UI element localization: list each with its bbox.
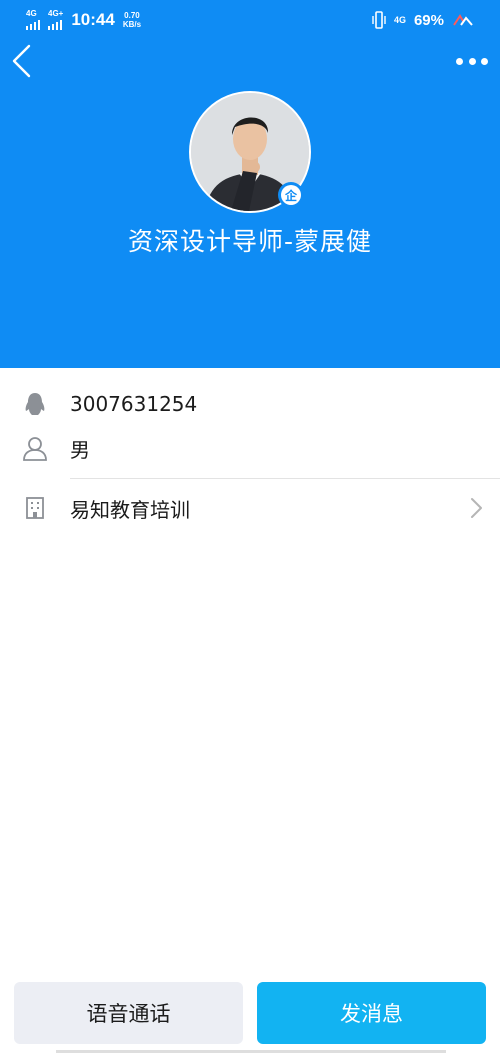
- network-speed: 0.70 KB/s: [123, 11, 141, 29]
- profile-page: 4G 4G+ 10:44 0.70 KB/s 4G 69% 企 资深设计导师-蒙…: [0, 0, 500, 1055]
- signal-2: 4G+: [48, 10, 63, 30]
- gender-row: 男: [0, 426, 500, 470]
- speed-unit: KB/s: [122, 20, 142, 29]
- qq-number: 3007631254: [70, 392, 198, 416]
- signal-bars-icon: [48, 20, 62, 30]
- hd-icon: [453, 14, 473, 26]
- network-type-right: 4G: [393, 14, 406, 25]
- speed-value: 0.70: [124, 11, 140, 20]
- status-bar-right: 4G 69%: [372, 11, 474, 29]
- status-bar-left: 4G 4G+ 10:44 0.70 KB/s: [26, 10, 141, 30]
- qq-number-row: 3007631254: [0, 382, 500, 426]
- company-row[interactable]: 易知教育培训: [0, 486, 500, 530]
- chevron-right-icon: [471, 498, 482, 518]
- battery-level: 69%: [413, 11, 444, 29]
- gender: 男: [70, 437, 90, 462]
- building-icon: [26, 497, 44, 519]
- back-icon[interactable]: [10, 44, 34, 78]
- home-indicator: [56, 1050, 446, 1053]
- enterprise-badge: 企: [277, 181, 305, 209]
- send-message-button[interactable]: 发消息: [257, 982, 486, 1044]
- profile-header: 4G 4G+ 10:44 0.70 KB/s 4G 69% 企 资深设计导师-蒙…: [0, 0, 500, 368]
- network-type-1: 4G: [26, 9, 37, 18]
- signal-1: 4G: [26, 10, 40, 30]
- signal-bars-icon: [26, 20, 40, 30]
- enterprise-badge-label: 企: [284, 188, 297, 203]
- status-bar: 4G 4G+ 10:44 0.70 KB/s 4G 69%: [0, 0, 500, 40]
- divider: [70, 478, 500, 479]
- vibrate-icon: [372, 11, 386, 29]
- profile-name: 资深设计导师-蒙展健: [127, 227, 373, 256]
- penguin-icon: [25, 393, 45, 415]
- network-type-2: 4G+: [48, 9, 64, 18]
- more-icon[interactable]: [456, 52, 488, 70]
- company-name: 易知教育培训: [70, 497, 190, 522]
- clock: 10:44: [71, 10, 115, 29]
- voice-call-button[interactable]: 语音通话: [14, 982, 243, 1044]
- person-icon: [23, 437, 47, 461]
